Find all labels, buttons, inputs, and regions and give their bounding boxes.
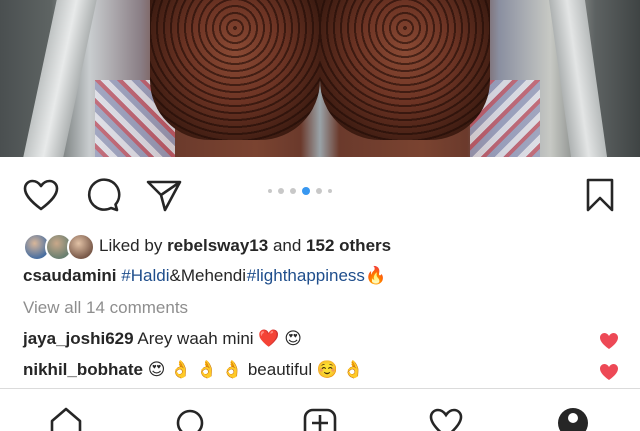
comment-emoji: 😍 👌 👌 👌 (147, 360, 244, 379)
bookmark-icon (586, 178, 614, 212)
background-pole-left (23, 0, 97, 157)
paper-plane-icon (146, 180, 182, 212)
mehendi-leg-left (150, 0, 320, 140)
comment-emoji: ☺️ 👌 (316, 360, 364, 379)
caption-username[interactable]: csaudamini (23, 266, 117, 285)
carousel-dot (278, 188, 284, 194)
hashtag-link[interactable]: #Haldi (121, 266, 169, 285)
heart-outline-icon (23, 179, 59, 211)
comment-text: beautiful (247, 360, 313, 379)
hashtag-link[interactable]: #lighthappiness (247, 266, 365, 285)
post-caption: csaudamini #Haldi&Mehendi #lighthappines… (23, 266, 386, 286)
liked-by-and: and (272, 236, 302, 255)
likes-text: Liked by rebelsway13 and 152 others (99, 236, 391, 256)
fire-emoji: 🔥 (364, 266, 387, 285)
comment-emoji: ❤️ 😍 (258, 329, 302, 348)
mehendi-leg-right (320, 0, 490, 140)
view-all-comments-link[interactable]: View all 14 comments (23, 298, 188, 318)
comment-like-heart-icon[interactable] (599, 363, 619, 381)
search-icon[interactable] (172, 407, 208, 431)
share-button[interactable] (144, 176, 184, 214)
speech-bubble-icon (87, 178, 121, 212)
comment-like-heart-icon[interactable] (599, 332, 619, 350)
carousel-dot (316, 188, 322, 194)
add-post-icon[interactable] (302, 407, 338, 431)
avatar (67, 233, 95, 261)
comment-username[interactable]: nikhil_bobhate (23, 360, 143, 379)
post-photo[interactable] (0, 0, 640, 157)
liked-by-user-link[interactable]: rebelsway13 (167, 236, 268, 255)
like-button[interactable] (22, 176, 60, 214)
home-icon[interactable] (48, 407, 84, 431)
background-pole-right (548, 0, 608, 157)
carousel-dot (268, 189, 272, 193)
liker-avatars (23, 233, 95, 261)
caption-text: &Mehendi (169, 266, 247, 285)
comment-username[interactable]: jaya_joshi629 (23, 329, 134, 348)
profile-icon[interactable] (555, 407, 591, 431)
carousel-dot (328, 189, 332, 193)
liked-by-label: Liked by (99, 236, 163, 255)
carousel-dot-active (302, 187, 310, 195)
bottom-tab-bar (0, 388, 640, 431)
carousel-indicator (268, 187, 332, 195)
carousel-dot (290, 188, 296, 194)
comment-button[interactable] (84, 176, 122, 214)
liked-by-others-link[interactable]: 152 others (306, 236, 391, 255)
comment-row: jaya_joshi629 Arey waah mini ❤️ 😍 (23, 329, 302, 349)
comment-row: nikhil_bobhate 😍 👌 👌 👌 beautiful ☺️ 👌 (23, 360, 364, 380)
comment-text: Arey waah mini (137, 329, 254, 348)
save-button[interactable] (582, 176, 618, 214)
activity-heart-icon[interactable] (428, 407, 464, 431)
likes-summary[interactable]: Liked by rebelsway13 and 152 others (23, 232, 391, 261)
